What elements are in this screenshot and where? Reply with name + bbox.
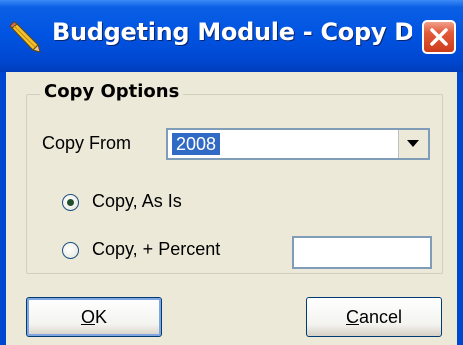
cancel-mnemonic: C — [345, 307, 359, 327]
ok-button[interactable]: OK — [26, 297, 162, 337]
radio-copy-as-is[interactable] — [62, 194, 79, 211]
close-button[interactable] — [422, 20, 456, 54]
close-icon — [430, 28, 448, 46]
ok-mnemonic: O — [80, 307, 95, 327]
copy-from-value: 2008 — [172, 133, 221, 155]
window-title: Budgeting Module - Copy Di... — [52, 18, 412, 46]
window-border-left — [0, 72, 6, 345]
copy-from-label: Copy From — [42, 133, 132, 153]
copy-options-title: Copy Options — [40, 81, 184, 102]
dropdown-button[interactable] — [398, 130, 428, 158]
title-bar[interactable]: Budgeting Module - Copy Di... — [0, 0, 463, 72]
copy-from-dropdown[interactable]: 2008 — [166, 128, 430, 160]
pencil-icon — [9, 21, 41, 53]
ok-label-rest: K — [95, 307, 108, 327]
radio-copy-plus-percent[interactable] — [62, 242, 79, 259]
copy-plus-percent-label[interactable]: Copy, + Percent — [92, 239, 220, 260]
percent-input[interactable] — [292, 236, 432, 269]
chevron-down-icon — [407, 140, 419, 147]
cancel-label-rest: ancel — [358, 307, 403, 327]
copy-as-is-label[interactable]: Copy, As Is — [92, 191, 182, 212]
copy-dialog-window: Budgeting Module - Copy Di... Copy Optio… — [0, 0, 463, 345]
window-border-right — [457, 72, 463, 345]
radio-selected-dot — [67, 199, 74, 206]
cancel-button[interactable]: Cancel — [306, 297, 442, 337]
